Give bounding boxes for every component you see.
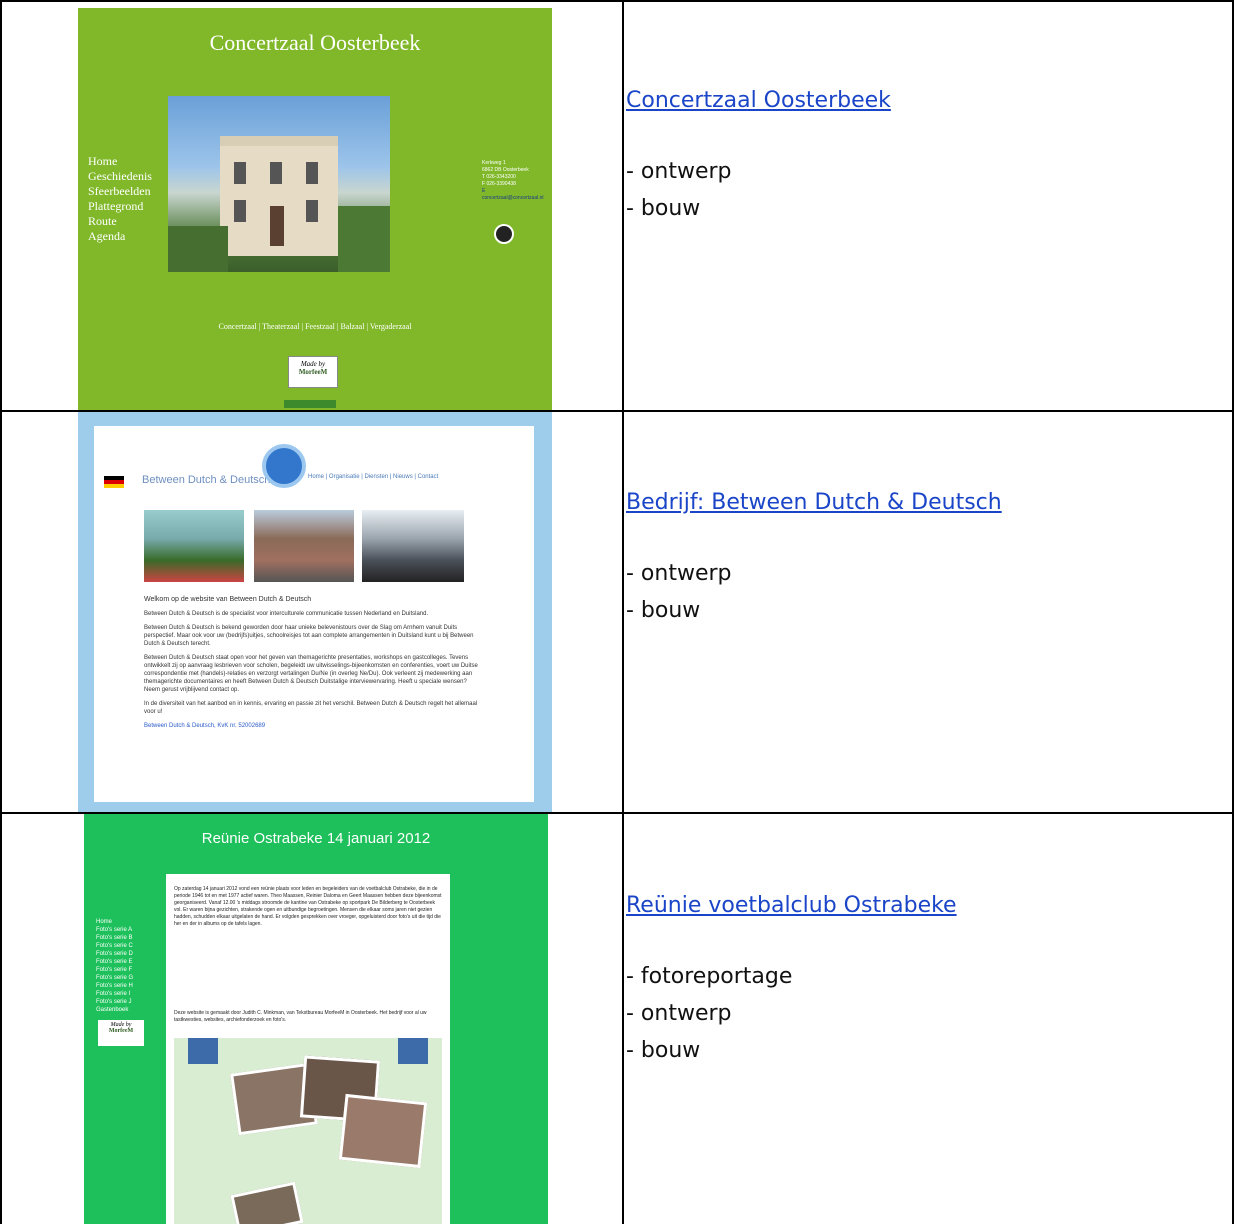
item: - ontwerp xyxy=(626,1001,732,1026)
photo-3 xyxy=(362,510,464,582)
row-between-text: Bedrijf: Between Dutch & Deutsch - ontwe… xyxy=(626,490,1226,629)
address-line: E concertzaal@concertzaal.nl xyxy=(482,188,544,201)
menu-item: Plattegrond xyxy=(88,199,144,213)
thumb-nav: Home | Organisatie | Diensten | Nieuws |… xyxy=(308,474,439,480)
table-border-middle xyxy=(622,0,624,1224)
validator-badge xyxy=(284,400,336,408)
item: - ontwerp xyxy=(626,159,732,184)
logo-circle-icon xyxy=(262,444,306,488)
menu-item: Foto's serie B xyxy=(96,935,133,941)
menu-item: Sfeerbeelden xyxy=(88,184,151,198)
menu-item: Foto's serie F xyxy=(96,967,133,973)
paragraph: Between Dutch & Deutsch is de specialist… xyxy=(144,611,429,617)
thumb-footer: Concertzaal | Theaterzaal | Feestzaal | … xyxy=(218,322,412,331)
photo-collage xyxy=(174,1038,442,1224)
menu-item: Foto's serie G xyxy=(96,975,134,981)
menu-item: Agenda xyxy=(88,229,126,243)
photo-2 xyxy=(254,510,354,582)
link-concertzaal[interactable]: Concertzaal Oosterbeek xyxy=(626,88,891,113)
item: - ontwerp xyxy=(626,561,732,586)
menu-item: Foto's serie H xyxy=(96,983,133,989)
link-reunie-ostrabeke[interactable]: Reünie voetbalclub Ostrabeke xyxy=(626,893,957,918)
paragraph: In de diversiteit van het aanbod en in k… xyxy=(144,701,478,715)
address-line: F 026-3390438 xyxy=(482,181,516,187)
row-reunie-text: Reünie voetbalclub Ostrabeke - fotorepor… xyxy=(626,893,1226,1069)
thumb-menu: Home Geschiedenis Sfeerbeelden Plattegro… xyxy=(88,154,152,244)
thumb-title: Concertzaal Oosterbeek xyxy=(209,30,421,55)
thumb-title: Reünie Ostrabeke 14 januari 2012 xyxy=(201,830,431,847)
item: - bouw xyxy=(626,196,701,221)
kvk: Between Dutch & Deutsch, KvK nr. 5200268… xyxy=(144,723,266,729)
thumbnail-reunie-ostrabeke[interactable]: Reünie Ostrabeke 14 januari 2012 Home Fo… xyxy=(84,814,548,1224)
item: - bouw xyxy=(626,1038,701,1063)
madeby-badge: Made by MorfeeM xyxy=(98,1020,144,1046)
thumbnail-between-dutch-deutsch[interactable]: Between Dutch & Deutsch Home | Organisat… xyxy=(78,412,552,812)
thumbnail-concertzaal[interactable]: Concertzaal Oosterbeek Home Geschiedenis… xyxy=(78,8,552,410)
address-line: 6862 DB Oosterbeek xyxy=(482,167,529,173)
building-photo xyxy=(168,96,390,272)
menu-item: Geschiedenis xyxy=(88,169,152,183)
table-border-left xyxy=(0,0,2,1224)
table-border-top xyxy=(0,0,1234,2)
thumb-address: Kerkweg 1 6862 DB Oosterbeek T 026-33432… xyxy=(482,160,548,202)
wifi-icon xyxy=(494,224,514,244)
link-between-dutch-deutsch[interactable]: Bedrijf: Between Dutch & Deutsch xyxy=(626,490,1002,515)
menu-item: Home xyxy=(96,919,113,925)
menu-item: Foto's serie E xyxy=(96,959,133,965)
menu-item: Foto's serie D xyxy=(96,951,133,957)
item: - fotoreportage xyxy=(626,964,793,989)
thumb-logo: Between Dutch & Deutsch xyxy=(142,474,271,486)
row-concertzaal-text: Concertzaal Oosterbeek - ontwerp - bouw xyxy=(626,88,1226,227)
menu-item: Foto's serie C xyxy=(96,943,133,949)
menu-item: Foto's serie J xyxy=(96,999,132,1005)
paragraph: Between Dutch & Deutsch staat open voor … xyxy=(144,655,478,693)
menu-item: Home xyxy=(88,154,118,168)
address-line: T 026-3343200 xyxy=(482,174,516,180)
menu-item: Foto's serie A xyxy=(96,927,133,933)
madeby-badge: Made by MorfeeM xyxy=(288,356,338,388)
thumb-menu: Home Foto's serie A Foto's serie B Foto'… xyxy=(96,918,133,1014)
menu-item: Route xyxy=(88,214,117,228)
thumb-body: Op zaterdag 14 januari 2012 vond een reü… xyxy=(174,886,442,927)
thumb-welcome: Welkom op de website van Between Dutch &… xyxy=(144,596,312,603)
item: - bouw xyxy=(626,598,701,623)
address-line: Kerkweg 1 xyxy=(482,160,506,166)
german-flag-icon xyxy=(104,476,124,488)
photo-1 xyxy=(144,510,244,582)
menu-item: Foto's serie I xyxy=(96,991,131,997)
paragraph: Between Dutch & Deutsch is bekend geword… xyxy=(144,625,474,647)
thumb-credit: Deze website is gemaakt door Judith C. M… xyxy=(174,1010,427,1023)
menu-item: Gastenboek xyxy=(96,1007,129,1013)
